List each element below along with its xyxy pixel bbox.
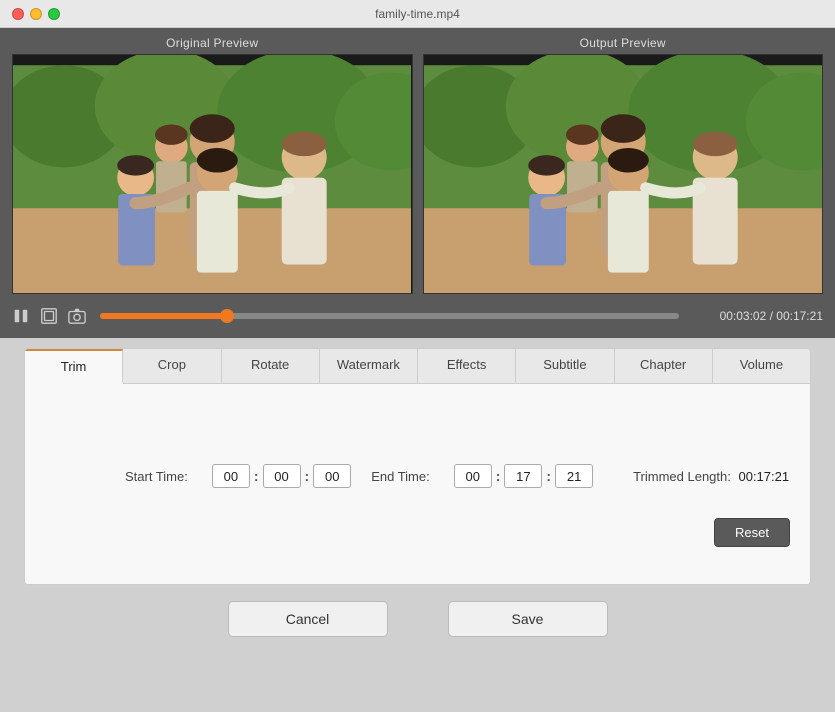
pause-button[interactable]	[12, 307, 30, 325]
tab-volume[interactable]: Volume	[713, 349, 810, 383]
end-sep-1: :	[496, 468, 501, 484]
progress-fill	[100, 313, 227, 319]
original-video-frame	[12, 54, 413, 294]
end-sep-2: :	[546, 468, 551, 484]
save-button[interactable]: Save	[448, 601, 608, 637]
end-minute-input[interactable]	[504, 464, 542, 488]
original-preview-panel: Original Preview	[12, 36, 413, 294]
original-preview-label: Original Preview	[166, 36, 258, 50]
tab-watermark[interactable]: Watermark	[320, 349, 418, 383]
end-hour-input[interactable]	[454, 464, 492, 488]
tab-chapter[interactable]: Chapter	[615, 349, 713, 383]
start-sep-1: :	[254, 468, 259, 484]
close-button[interactable]	[12, 8, 24, 20]
tab-subtitle[interactable]: Subtitle	[516, 349, 614, 383]
control-bar: 00:03:02 / 00:17:21	[0, 294, 835, 338]
progress-thumb[interactable]	[220, 309, 234, 323]
time-display: 00:03:02 / 00:17:21	[693, 309, 823, 323]
reset-button[interactable]: Reset	[714, 518, 790, 547]
output-video-frame	[423, 54, 824, 294]
start-second-input[interactable]	[313, 464, 351, 488]
trim-controls: Start Time: : : End Time: : :	[45, 404, 790, 508]
tab-trim[interactable]: Trim	[25, 349, 123, 384]
preview-section: Original Preview	[0, 28, 835, 294]
window-title: family-time.mp4	[375, 7, 460, 21]
tab-bar: Trim Crop Rotate Watermark Effects Subti…	[25, 349, 810, 384]
bottom-bar: Cancel Save	[0, 585, 835, 653]
screenshot-button[interactable]	[68, 307, 86, 325]
start-time-fields: : :	[212, 464, 351, 488]
cancel-button[interactable]: Cancel	[228, 601, 388, 637]
start-time-label: Start Time:	[125, 469, 188, 484]
start-sep-2: :	[305, 468, 310, 484]
trimmed-length-value: 00:17:21	[738, 469, 789, 484]
trim-tab-content: Start Time: : : End Time: : :	[25, 384, 810, 584]
window-controls[interactable]	[12, 8, 60, 20]
minimize-button[interactable]	[30, 8, 42, 20]
start-minute-input[interactable]	[263, 464, 301, 488]
end-time-fields: : :	[454, 464, 593, 488]
tab-section: Trim Crop Rotate Watermark Effects Subti…	[24, 348, 811, 585]
tab-rotate[interactable]: Rotate	[222, 349, 320, 383]
frame-button[interactable]	[40, 307, 58, 325]
tab-effects[interactable]: Effects	[418, 349, 516, 383]
start-hour-input[interactable]	[212, 464, 250, 488]
output-preview-label: Output Preview	[580, 36, 666, 50]
end-time-label: End Time:	[371, 469, 430, 484]
end-second-input[interactable]	[555, 464, 593, 488]
output-preview-panel: Output Preview	[423, 36, 824, 294]
titlebar: family-time.mp4	[0, 0, 835, 28]
tab-crop[interactable]: Crop	[123, 349, 221, 383]
reset-row: Reset	[45, 508, 790, 551]
trimmed-length-label: Trimmed Length: 00:17:21	[633, 469, 789, 484]
progress-bar[interactable]	[100, 313, 679, 319]
maximize-button[interactable]	[48, 8, 60, 20]
